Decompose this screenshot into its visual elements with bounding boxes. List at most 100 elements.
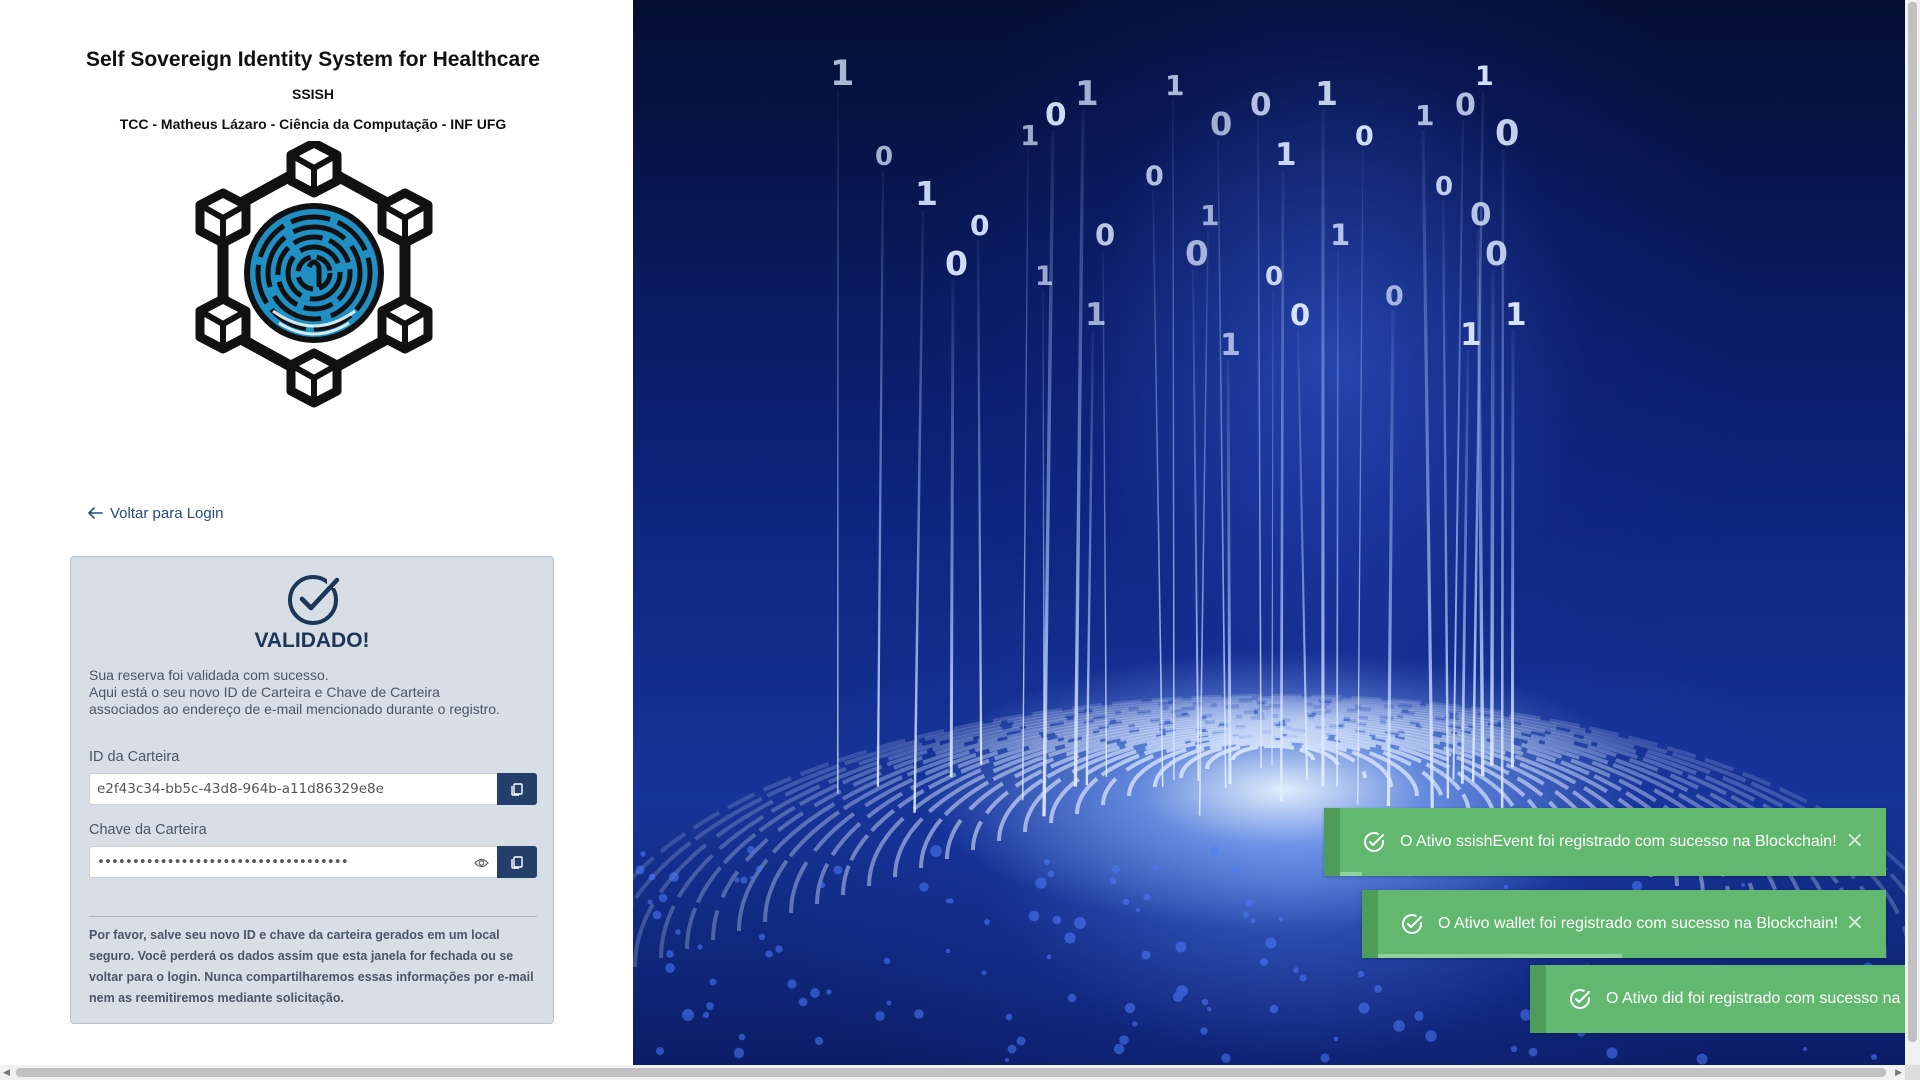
circuit-dot xyxy=(1143,893,1151,901)
circuit-dot xyxy=(1109,877,1117,885)
circuit-dot xyxy=(1802,1046,1808,1052)
binary-digit: 0 xyxy=(1210,105,1232,143)
circuit-dot xyxy=(1358,1002,1370,1014)
binary-digit: 0 xyxy=(1185,234,1209,274)
circuit-dot xyxy=(1007,1044,1017,1054)
circuit-dot xyxy=(1111,864,1121,874)
circuit-dot xyxy=(1124,1002,1136,1014)
binary-digit: 0 xyxy=(1265,262,1283,292)
circuit-dot xyxy=(1320,1053,1330,1063)
horizontal-scrollbar-thumb[interactable] xyxy=(16,1068,1886,1077)
wallet-id-field: e2f43c34-bb5c-43d8-964b-a11d86329e8e xyxy=(89,773,537,805)
toast-close-icon[interactable]: × xyxy=(1846,830,1864,852)
circuit-dot xyxy=(733,1047,745,1059)
vertical-scrollbar[interactable] xyxy=(1905,0,1920,1065)
circuit-dot xyxy=(702,1011,710,1019)
eye-icon[interactable] xyxy=(474,856,489,870)
message-line: Aqui está o seu novo ID de Carteira e Ch… xyxy=(89,684,440,700)
circuit-dot xyxy=(1175,941,1187,953)
circuit-dot xyxy=(665,963,675,973)
toast-message: O Ativo ssishEvent foi registrado com su… xyxy=(1400,833,1837,850)
binary-digit: 0 xyxy=(1250,87,1272,123)
scroll-left-icon[interactable]: ◀ xyxy=(3,1067,10,1078)
circuit-dot xyxy=(669,872,679,882)
circuit-dot xyxy=(652,910,662,920)
wallet-id-input[interactable]: e2f43c34-bb5c-43d8-964b-a11d86329e8e xyxy=(89,773,497,805)
circuit-dot xyxy=(1510,1045,1518,1053)
vertical-scrollbar-thumb[interactable] xyxy=(1908,2,1917,1042)
circuit-dot xyxy=(1870,1053,1878,1061)
circuit-dot xyxy=(1503,884,1509,890)
circuit-dot xyxy=(1221,1053,1231,1063)
toast-success[interactable]: O Ativo wallet foi registrado com sucess… xyxy=(1362,890,1886,958)
circuit-dot xyxy=(930,845,942,857)
circuit-dot xyxy=(1206,1006,1212,1012)
circuit-dot xyxy=(706,1002,714,1010)
circuit-dot xyxy=(948,898,954,904)
fingerprint-ridge xyxy=(1231,744,1315,761)
message-line: Sua reserva foi validada com sucesso. xyxy=(89,667,329,683)
toast-success[interactable]: O Ativo did foi registrado com sucesso n… xyxy=(1530,965,1905,1033)
check-circle-icon xyxy=(1570,989,1590,1009)
circuit-dot xyxy=(1132,1021,1138,1027)
binary-digit: 1 xyxy=(830,54,854,94)
horizontal-scrollbar[interactable]: ◀ ▶ xyxy=(0,1065,1905,1080)
circuit-dot xyxy=(1269,1004,1279,1014)
copy-wallet-key-button[interactable] xyxy=(497,846,537,878)
circuit-dot xyxy=(1141,950,1151,960)
binary-digit: 0 xyxy=(1495,114,1519,154)
light-beam xyxy=(1172,99,1175,780)
circuit-dot xyxy=(675,929,681,935)
circuit-dot xyxy=(1425,1030,1437,1042)
light-beam xyxy=(1490,269,1495,766)
toast-progress-bar xyxy=(1340,872,1362,876)
binary-digit: 1 xyxy=(1165,69,1184,102)
wallet-key-masked-value: •••••••••••••••••••••••••••••••••••• xyxy=(97,854,349,870)
circuit-dot xyxy=(875,1011,885,1021)
circuit-dot xyxy=(1067,993,1077,1003)
circuit-dot xyxy=(886,1000,892,1006)
circuit-dot xyxy=(758,933,766,941)
circuit-dot xyxy=(1245,899,1253,907)
circuit-dot xyxy=(1374,985,1382,993)
binary-digit: 1 xyxy=(1200,199,1219,232)
copy-icon xyxy=(511,856,523,869)
binary-digit: 1 xyxy=(1330,218,1350,252)
circuit-dot xyxy=(1210,846,1220,856)
scroll-right-icon[interactable]: ▶ xyxy=(1895,1067,1902,1078)
circuit-dot xyxy=(635,865,645,875)
wallet-key-input[interactable]: •••••••••••••••••••••••••••••••••••• xyxy=(89,846,497,878)
circuit-dot xyxy=(798,997,808,1007)
binary-digit: 0 xyxy=(1435,172,1453,202)
circuit-dot xyxy=(1035,877,1047,889)
binary-digit: 1 xyxy=(1315,74,1338,113)
circuit-dot xyxy=(1113,1043,1125,1055)
arrow-left-icon xyxy=(88,507,103,519)
binary-digit: 0 xyxy=(1455,88,1476,123)
circuit-dot xyxy=(1259,957,1269,967)
wallet-key-field: •••••••••••••••••••••••••••••••••••• xyxy=(89,846,537,878)
toast-close-icon[interactable]: × xyxy=(1846,912,1864,934)
circuit-dot xyxy=(1243,912,1249,918)
toast-success[interactable]: O Ativo ssishEvent foi registrado com su… xyxy=(1324,808,1886,876)
binary-digit: 1 xyxy=(915,174,938,213)
back-to-login-link[interactable]: Voltar para Login xyxy=(86,504,223,522)
circuit-dot xyxy=(1696,1053,1708,1065)
circuit-dot xyxy=(883,957,891,965)
circuit-dot xyxy=(810,988,820,998)
binary-digit: 0 xyxy=(1470,197,1492,233)
circuit-dot xyxy=(1046,954,1052,960)
card-divider xyxy=(89,916,537,917)
page-title: Self Sovereign Identity System for Healt… xyxy=(86,48,540,71)
check-circle-icon xyxy=(288,574,341,625)
page-credits: TCC - Matheus Lázaro - Ciência da Comput… xyxy=(119,116,507,132)
circuit-dot xyxy=(1064,932,1076,944)
circuit-dot xyxy=(1357,970,1365,978)
circuit-dot xyxy=(1278,916,1284,922)
light-beam xyxy=(1217,139,1227,789)
toast-message: O Ativo wallet foi registrado com sucess… xyxy=(1438,915,1839,932)
scrollbar-corner xyxy=(1905,1065,1920,1080)
copy-wallet-id-button[interactable] xyxy=(497,773,537,805)
circuit-dot xyxy=(1200,1027,1208,1035)
binary-digit: 0 xyxy=(1145,161,1164,192)
